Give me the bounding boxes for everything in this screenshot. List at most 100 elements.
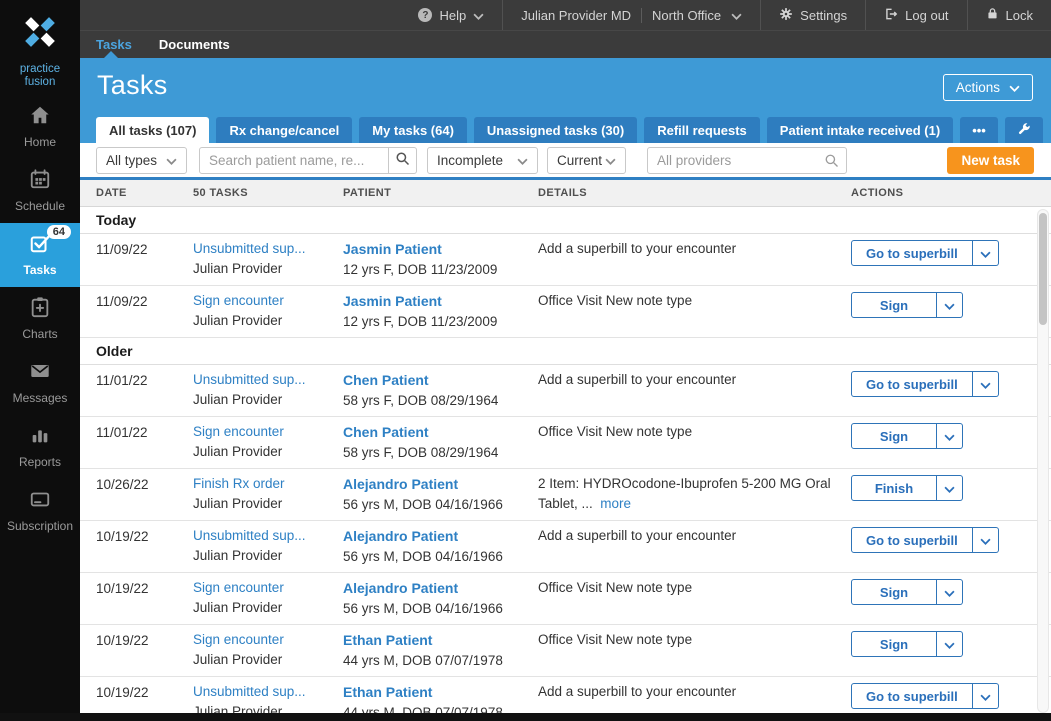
filter-tab-3[interactable]: Unassigned tasks (30) — [474, 117, 637, 143]
lock-button[interactable]: Lock — [967, 0, 1051, 30]
lock-icon — [986, 7, 999, 23]
action-dropdown-button[interactable] — [937, 475, 963, 501]
task-link[interactable]: Unsubmitted sup... — [193, 526, 306, 546]
actions-cell: Go to superbill — [851, 239, 1021, 280]
status-filter-dropdown[interactable]: Incomplete — [427, 147, 538, 174]
patient-link[interactable]: Alejandro Patient — [343, 474, 458, 494]
action-dropdown-button[interactable] — [973, 683, 999, 709]
action-button[interactable]: Sign — [851, 292, 937, 318]
tab-tasks[interactable]: Tasks — [96, 37, 132, 52]
task-link[interactable]: Sign encounter — [193, 578, 284, 598]
action-dropdown-button[interactable] — [937, 579, 963, 605]
details-text: Add a superbill to your encounter — [538, 528, 736, 543]
action-button[interactable]: Finish — [851, 475, 937, 501]
task-link[interactable]: Unsubmitted sup... — [193, 682, 306, 702]
chevron-down-icon — [944, 298, 955, 313]
more-link[interactable]: more — [600, 496, 631, 511]
group-header: Today — [80, 207, 1051, 234]
patient-cell: Alejandro Patient56 yrs M, DOB 04/16/196… — [343, 474, 538, 515]
patient-demographics: 58 yrs F, DOB 08/29/1964 — [343, 391, 538, 411]
action-dropdown-button[interactable] — [973, 240, 999, 266]
filter-tab-0[interactable]: All tasks (107) — [96, 117, 209, 143]
task-link[interactable]: Finish Rx order — [193, 474, 285, 494]
table-row: 11/09/22Unsubmitted sup...Julian Provide… — [80, 234, 1051, 286]
task-assignee: Julian Provider — [193, 598, 343, 618]
patient-link[interactable]: Ethan Patient — [343, 630, 432, 650]
tab-documents[interactable]: Documents — [159, 37, 230, 52]
table-row: 10/19/22Sign encounterJulian ProviderEth… — [80, 625, 1051, 677]
column-header-2: PATIENT — [343, 187, 538, 199]
sidebar-item-label: Home — [0, 135, 80, 149]
action-button-group: Go to superbill — [851, 683, 999, 709]
action-button[interactable]: Go to superbill — [851, 240, 973, 266]
sidebar-item-subscription[interactable]: Subscription — [0, 479, 80, 543]
sidebar-item-label: Subscription — [0, 519, 80, 533]
page-title: Tasks — [97, 70, 168, 101]
action-button[interactable]: Sign — [851, 631, 937, 657]
provider-filter-input[interactable] — [647, 147, 847, 174]
action-button-group: Go to superbill — [851, 527, 999, 553]
task-link[interactable]: Sign encounter — [193, 291, 284, 311]
logout-button[interactable]: Log out — [865, 0, 966, 30]
patient-link[interactable]: Chen Patient — [343, 422, 429, 442]
patient-cell: Chen Patient58 yrs F, DOB 08/29/1964 — [343, 422, 538, 463]
patient-search-group — [199, 147, 417, 174]
action-dropdown-button[interactable] — [973, 371, 999, 397]
table-row: 10/26/22Finish Rx orderJulian ProviderAl… — [80, 469, 1051, 521]
more-tabs-button[interactable]: ••• — [960, 117, 998, 143]
filter-settings-tab[interactable] — [1005, 117, 1043, 143]
vertical-scrollbar[interactable] — [1037, 209, 1049, 713]
actions-cell: Go to superbill — [851, 370, 1021, 411]
patient-link[interactable]: Jasmin Patient — [343, 239, 442, 259]
settings-button[interactable]: Settings — [760, 0, 865, 30]
action-dropdown-button[interactable] — [937, 292, 963, 318]
patient-link[interactable]: Ethan Patient — [343, 682, 432, 702]
task-link[interactable]: Unsubmitted sup... — [193, 239, 306, 259]
task-link[interactable]: Sign encounter — [193, 422, 284, 442]
details-cell: Add a superbill to your encounter — [538, 370, 851, 411]
task-cell: Sign encounterJulian Provider — [193, 291, 343, 332]
logout-icon — [884, 7, 898, 24]
sidebar-item-messages[interactable]: Messages — [0, 351, 80, 415]
filter-tab-2[interactable]: My tasks (64) — [359, 117, 467, 143]
search-button[interactable] — [389, 147, 417, 174]
type-filter-dropdown[interactable]: All types — [96, 147, 187, 174]
chevron-down-icon — [980, 689, 991, 704]
action-button[interactable]: Sign — [851, 579, 937, 605]
filter-tab-5[interactable]: Patient intake received (1) — [767, 117, 953, 143]
action-dropdown-button[interactable] — [937, 631, 963, 657]
sidebar-item-home[interactable]: Home — [0, 95, 80, 159]
patient-link[interactable]: Jasmin Patient — [343, 291, 442, 311]
sidebar-item-charts[interactable]: Charts — [0, 287, 80, 351]
task-link[interactable]: Unsubmitted sup... — [193, 370, 306, 390]
action-dropdown-button[interactable] — [937, 423, 963, 449]
action-button[interactable]: Go to superbill — [851, 527, 973, 553]
period-filter-dropdown[interactable]: Current — [547, 147, 626, 174]
ellipsis-icon: ••• — [972, 123, 986, 138]
patient-search-input[interactable] — [199, 147, 389, 174]
patient-link[interactable]: Alejandro Patient — [343, 526, 458, 546]
action-button[interactable]: Go to superbill — [851, 683, 973, 709]
action-button[interactable]: Sign — [851, 423, 937, 449]
user-office-menu[interactable]: Julian Provider MD North Office — [502, 0, 760, 30]
action-dropdown-button[interactable] — [973, 527, 999, 553]
patient-link[interactable]: Chen Patient — [343, 370, 429, 390]
task-link[interactable]: Sign encounter — [193, 630, 284, 650]
action-button[interactable]: Go to superbill — [851, 371, 973, 397]
filter-tab-4[interactable]: Refill requests — [644, 117, 760, 143]
scrollbar-thumb[interactable] — [1039, 213, 1047, 325]
sidebar-item-tasks[interactable]: 64Tasks — [0, 223, 80, 287]
task-date: 11/09/22 — [96, 239, 193, 280]
charts-icon — [29, 296, 51, 318]
brand-logo[interactable]: practice fusion — [0, 0, 80, 95]
filter-tab-1[interactable]: Rx change/cancel — [216, 117, 352, 143]
help-menu[interactable]: ? Help — [400, 0, 502, 30]
practice-fusion-logo-icon — [18, 41, 62, 58]
action-button-group: Sign — [851, 292, 963, 318]
new-task-button[interactable]: New task — [947, 147, 1034, 174]
patient-demographics: 44 yrs M, DOB 07/07/1978 — [343, 651, 538, 671]
sidebar-item-schedule[interactable]: Schedule — [0, 159, 80, 223]
actions-button[interactable]: Actions — [943, 74, 1033, 101]
patient-link[interactable]: Alejandro Patient — [343, 578, 458, 598]
sidebar-item-reports[interactable]: Reports — [0, 415, 80, 479]
